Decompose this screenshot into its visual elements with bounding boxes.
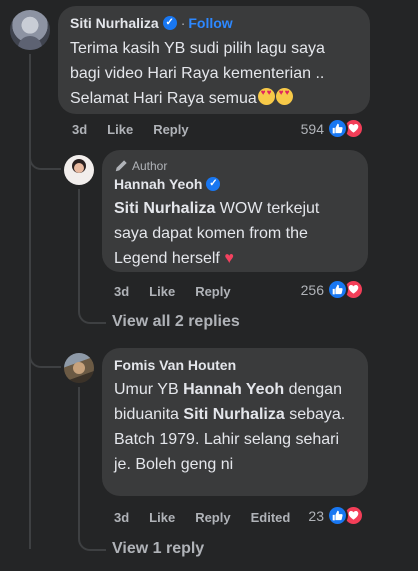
thread-curve-reply2 (29, 338, 61, 368)
red-heart-emoji-icon: ♥ (224, 250, 234, 267)
reaction-count: 23 (308, 507, 324, 524)
avatar-fomis-van-houten[interactable] (64, 353, 94, 383)
heart-eyes-emoji-icon (275, 88, 293, 105)
author-badge-label: Author (132, 159, 168, 173)
reply-header: Fomis Van Houten (114, 356, 356, 374)
thread-curve-view-replies-2 (78, 523, 106, 551)
comment-actions: 3d Like Reply (72, 122, 209, 138)
reply-text: Umur YB Hannah Yeoh dengan biduanita Sit… (114, 377, 356, 477)
thread-line-main (29, 54, 31, 549)
like-reaction-icon (327, 118, 348, 139)
comment-header: Siti Nurhaliza ✓ · Follow (70, 14, 358, 32)
reaction-count: 594 (300, 120, 324, 137)
reply-actions: 3d Like Reply Edited (114, 510, 310, 526)
comment-text: Terima kasih YB sudi pilih lagu saya bag… (70, 36, 358, 111)
like-button[interactable]: Like (107, 122, 133, 138)
follow-button[interactable]: Follow (188, 14, 232, 32)
reply-button[interactable]: Reply (195, 284, 230, 300)
comment-text-line: Terima kasih YB sudi pilih lagu saya (70, 40, 325, 57)
reply-bubble: Fomis Van Houten Umur YB Hannah Yeoh den… (102, 348, 368, 496)
thread-curve-reply1 (29, 140, 61, 170)
thread-curve-view-replies-1 (78, 296, 106, 324)
mention-link[interactable]: Hannah Yeoh (183, 381, 284, 398)
reply-author-name[interactable]: Hannah Yeoh (114, 175, 202, 193)
reaction-summary[interactable]: 256 (301, 279, 364, 300)
avatar-hannah-yeoh[interactable] (64, 155, 94, 185)
like-button[interactable]: Like (149, 284, 175, 300)
comment-author-name[interactable]: Siti Nurhaliza (70, 14, 159, 32)
comment-text-line: bagi video Hari Raya kementerian .. (70, 65, 325, 82)
reply-button[interactable]: Reply (195, 510, 230, 526)
comment-text-line: Selamat Hari Raya semua (70, 86, 358, 111)
like-button[interactable]: Like (149, 510, 175, 526)
reply-button[interactable]: Reply (153, 122, 188, 138)
reply-bubble: Author Hannah Yeoh ✓ Siti Nurhaliza WOW … (102, 150, 368, 272)
mention-link[interactable]: Siti Nurhaliza (114, 200, 215, 217)
thread-line-reply2 (78, 387, 80, 527)
thread-line-reply1 (78, 189, 80, 299)
edited-label[interactable]: Edited (251, 510, 291, 526)
reply-header: Hannah Yeoh ✓ (114, 175, 356, 193)
heart-eyes-emoji-icon (257, 88, 275, 105)
reply-timestamp[interactable]: 3d (114, 284, 129, 300)
reply-timestamp[interactable]: 3d (114, 510, 129, 526)
verified-badge-icon: ✓ (162, 16, 177, 30)
avatar-siti-nurhaliza[interactable] (10, 10, 50, 50)
like-reaction-icon (327, 505, 348, 526)
comment-text-line-content: Selamat Hari Raya semua (70, 90, 257, 107)
like-reaction-icon (327, 279, 348, 300)
author-badge: Author (114, 158, 356, 174)
mention-link[interactable]: Siti Nurhaliza (183, 406, 284, 423)
verified-badge-icon: ✓ (206, 177, 221, 191)
comment-timestamp[interactable]: 3d (72, 122, 87, 138)
reaction-summary[interactable]: 594 (301, 118, 364, 139)
pencil-icon (115, 160, 127, 172)
reply-actions: 3d Like Reply (114, 284, 251, 300)
reaction-count: 256 (300, 281, 324, 298)
reaction-summary[interactable]: 23 (308, 505, 364, 526)
reply-author-name[interactable]: Fomis Van Houten (114, 356, 236, 374)
view-all-replies-link[interactable]: View all 2 replies (112, 312, 240, 332)
separator: · (180, 15, 186, 31)
reply-text: Siti Nurhaliza WOW terkejut saya dapat k… (114, 196, 356, 271)
view-replies-link[interactable]: View 1 reply (112, 539, 204, 559)
reply-text-content: Umur YB (114, 381, 184, 398)
comment-bubble: Siti Nurhaliza ✓ · Follow Terima kasih Y… (58, 6, 370, 114)
